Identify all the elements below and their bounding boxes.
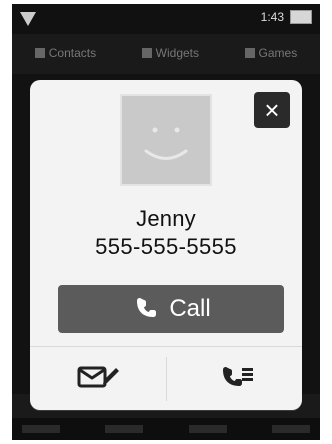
widgets-icon [141,48,152,58]
contact-popup: × Jenny 555-555-5555 Call [30,80,302,410]
bottom-placeholder-3 [188,425,227,433]
phone-screen: 1:43 Contacts Widgets Games × Jenny 555-… [12,4,320,440]
status-bar: 1:43 [12,4,320,34]
tab-contacts-label: Contacts [48,46,97,60]
bottom-placeholder-1 [22,425,60,433]
status-time: 1:43 [260,10,284,24]
call-label: Call [169,295,211,322]
tab-games-label: Games [258,46,298,60]
contact-name: Jenny [136,206,196,231]
signal-icon [18,10,38,28]
tab-games[interactable]: Games [244,46,298,60]
status-right: 1:43 [261,10,312,24]
avatar [120,94,212,186]
battery-icon [290,10,312,24]
action-row [30,346,302,411]
phone-device: 1:43 Contacts Widgets Games × Jenny 555-… [0,0,332,444]
call-log-icon [212,362,256,397]
message-icon [76,362,120,397]
contacts-icon [34,48,45,58]
smiley-icon [122,96,210,184]
call-log-button[interactable] [167,347,303,411]
tab-widgets[interactable]: Widgets [141,46,200,60]
contact-number: 555-555-5555 [95,234,237,259]
phone-icon [131,295,159,323]
games-icon [244,48,255,58]
close-icon: × [264,95,280,125]
bottom-placeholder-4 [271,425,310,433]
tab-contacts[interactable]: Contacts [34,46,97,60]
message-button[interactable] [30,347,166,411]
top-tabs: Contacts Widgets Games [12,36,320,70]
bottom-bar [12,418,320,440]
close-button[interactable]: × [254,92,290,128]
call-button[interactable]: Call [58,285,284,333]
tab-widgets-label: Widgets [155,46,200,60]
bottom-placeholder-2 [105,425,144,433]
